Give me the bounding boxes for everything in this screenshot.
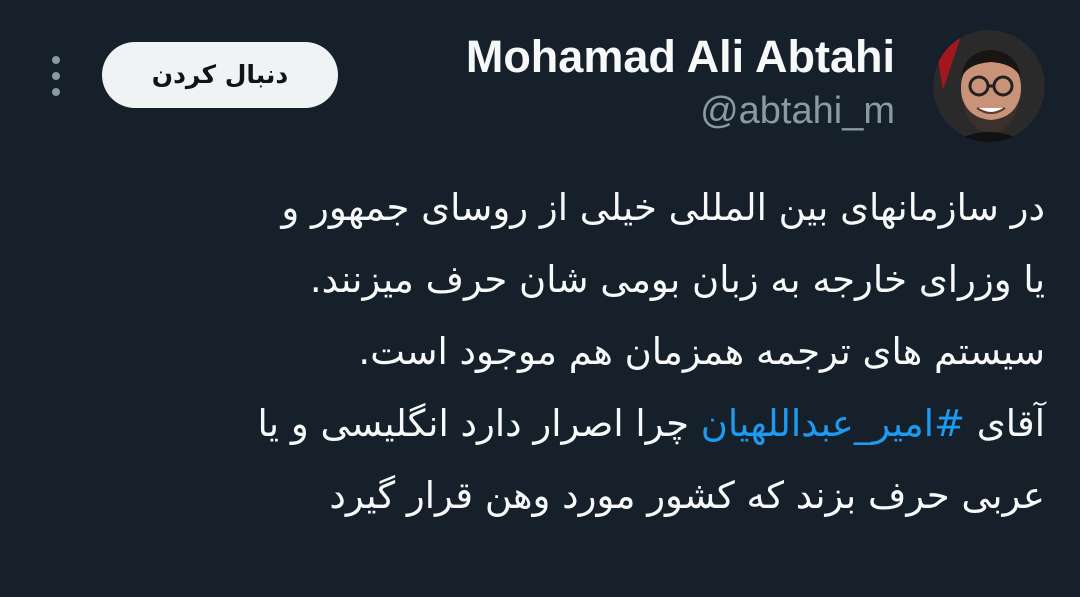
tweet-line: سیستم های ترجمه همزمان هم موجود است. [358,330,1045,373]
author-display-name[interactable]: Mohamad Ali Abtahi [466,30,895,84]
tweet-line: یا وزرای خارجه به زبان بومی شان حرف میزن… [309,258,1045,301]
tweet-line: در سازمانهای بین المللی خیلی از روسای جم… [281,186,1045,229]
profile-photo-icon [933,30,1045,142]
follow-button[interactable]: دنبال کردن [102,42,338,108]
tweet-card: Mohamad Ali Abtahi @abtahi_m دنبال کردن … [0,0,1080,597]
tweet-line: آقای #امیر_عبداللهیان چرا اصرار دارد انگ… [60,388,1046,460]
tweet-line-prefix: آقای [976,402,1045,445]
hashtag-link[interactable]: #امیر_عبداللهیان [701,402,965,445]
avatar[interactable] [933,30,1045,142]
tweet-line-suffix: چرا اصرار دارد انگلیسی و یا [257,402,689,445]
tweet-text: در سازمانهای بین المللی خیلی از روسای جم… [60,172,1046,532]
tweet-line: عربی حرف بزند که کشور مورد وهن قرار گیرد [329,474,1045,517]
author-handle[interactable]: @abtahi_m [700,88,895,134]
more-vertical-icon[interactable] [44,54,68,98]
